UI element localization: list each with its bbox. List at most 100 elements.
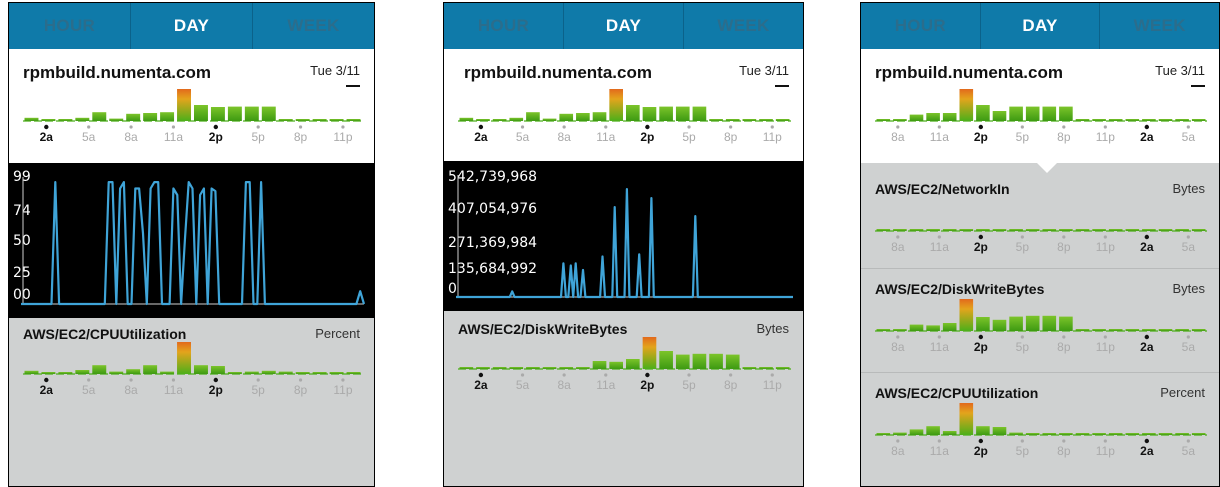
tab-week[interactable]: WEEK bbox=[253, 3, 374, 49]
instance-header[interactable]: rpmbuild.numenta.com Tue 3/11 2a 5a 8a 11a 2… bbox=[9, 49, 374, 163]
metric-list: AWS/EC2/NetworkIn Bytes 8a 11a 2p 5p 8p 11p 2a… bbox=[861, 163, 1219, 486]
bar bbox=[1125, 433, 1140, 435]
bar bbox=[278, 119, 293, 121]
bar bbox=[1175, 119, 1189, 121]
tab-hour[interactable]: HOUR bbox=[444, 3, 564, 49]
metric-panel[interactable]: AWS/EC2/CPUUtilization Percent 2a 5a 8a 11a… bbox=[9, 318, 374, 486]
bar bbox=[177, 89, 191, 121]
metric-bar-chart[interactable]: 2a 5a 8a 11a 2p 5p 8p 11p bbox=[9, 342, 375, 412]
tick-dot bbox=[937, 439, 941, 443]
tick-dot bbox=[478, 124, 484, 130]
date-label: Tue 3/11 bbox=[739, 63, 789, 78]
bar bbox=[1158, 433, 1173, 435]
phone-screen-1: HOUR DAY WEEK rpmbuild.numenta.com Tue 3… bbox=[8, 2, 375, 487]
bar bbox=[1158, 229, 1173, 231]
bar bbox=[1042, 229, 1057, 231]
bar bbox=[1009, 316, 1023, 331]
tick-label: 8p bbox=[724, 378, 738, 392]
instance-summary-chart[interactable]: 2a 5a 8a 11a 2p 5p 8p 11p bbox=[9, 89, 375, 159]
tab-hour[interactable]: HOUR bbox=[9, 3, 131, 49]
detail-line-chart-panel[interactable]: 542,739,968 407,054,976 271,369,984 135,… bbox=[444, 161, 803, 311]
tab-week[interactable]: WEEK bbox=[1100, 3, 1219, 49]
bar bbox=[1108, 119, 1123, 121]
bar bbox=[1042, 315, 1057, 331]
tab-day[interactable]: DAY bbox=[131, 3, 253, 49]
tick-dot bbox=[129, 125, 133, 129]
bar bbox=[261, 106, 276, 121]
bar bbox=[75, 370, 90, 374]
instance-summary-chart[interactable]: 2a 5a 8a 11a 2p 5p 8p 11p bbox=[444, 89, 804, 159]
bar bbox=[559, 367, 574, 369]
tab-hour[interactable]: HOUR bbox=[861, 3, 981, 49]
bar bbox=[177, 342, 191, 374]
tick-dot bbox=[978, 234, 984, 240]
metric-bar-chart[interactable]: 8a 11a 2p 5p 8p 11p 2a 5a bbox=[861, 199, 1220, 269]
metric-unit: Bytes bbox=[1172, 181, 1205, 196]
bar bbox=[976, 317, 990, 331]
tick-dot bbox=[729, 373, 733, 377]
metric-bar-chart[interactable]: 8a 11a 2p 5p 8p 11p 2a 5a bbox=[861, 299, 1220, 369]
bar bbox=[576, 113, 590, 121]
bar bbox=[126, 369, 141, 374]
phone-screen-3: HOUR DAY WEEK rpmbuild.numenta.com Tue 3… bbox=[860, 2, 1220, 487]
bar bbox=[626, 105, 640, 121]
bar bbox=[775, 119, 790, 121]
bar bbox=[509, 117, 524, 121]
bar bbox=[459, 117, 474, 121]
tab-day[interactable]: DAY bbox=[564, 3, 684, 49]
tick-dot bbox=[770, 373, 774, 377]
tick-dot bbox=[1062, 335, 1066, 339]
tick-label: 11p bbox=[333, 130, 352, 144]
instance-header[interactable]: rpmbuild.numenta.com Tue 3/11 2a 5a 8a 11a 2… bbox=[444, 49, 803, 163]
bar bbox=[592, 361, 607, 369]
tick-dot bbox=[1020, 335, 1024, 339]
bar bbox=[893, 432, 907, 435]
bar bbox=[1175, 229, 1189, 231]
bar bbox=[261, 370, 276, 374]
bar bbox=[92, 112, 107, 121]
phone-screen-2: HOUR DAY WEEK rpmbuild.numenta.com Tue 3… bbox=[443, 2, 804, 487]
tick-dot bbox=[129, 378, 133, 382]
tick-label: 8a bbox=[891, 240, 905, 254]
tick-label: 11a bbox=[596, 130, 615, 144]
tick-dot bbox=[1103, 335, 1107, 339]
metric-bar-chart[interactable]: 2a 5a 8a 11a 2p 5p 8p 11p bbox=[444, 337, 804, 407]
tick-dot bbox=[1020, 439, 1024, 443]
tick-label: 2a bbox=[40, 383, 54, 397]
tick-label: 5p bbox=[1016, 130, 1030, 144]
tick-dot bbox=[1020, 235, 1024, 239]
tick-dot bbox=[770, 125, 774, 129]
bar bbox=[459, 367, 474, 369]
date-label: Tue 3/11 bbox=[310, 63, 360, 78]
bar bbox=[976, 426, 990, 435]
tick-label: 5a bbox=[516, 130, 530, 144]
tick-label: 8a bbox=[557, 130, 571, 144]
instance-hostname: rpmbuild.numenta.com bbox=[464, 63, 652, 82]
tick-dot bbox=[1144, 234, 1150, 240]
tick-dot bbox=[256, 125, 260, 129]
tab-day[interactable]: DAY bbox=[981, 3, 1101, 49]
instance-summary-chart[interactable]: 8a 11a 2p 5p 8p 11p 2a 5a bbox=[861, 89, 1220, 159]
tick-dot bbox=[44, 377, 49, 383]
metric-bar-chart[interactable]: 8a 11a 2p 5p 8p 11p 2a 5a bbox=[861, 403, 1220, 473]
metric-row[interactable]: AWS/EC2/CPUUtilization Percent 8a 11a 2p 5p… bbox=[861, 373, 1220, 486]
metric-row[interactable]: AWS/EC2/DiskWriteBytes Bytes 8a 11a 2p 5p 8p… bbox=[861, 269, 1219, 371]
tick-dot bbox=[213, 124, 219, 130]
detail-line-chart-panel[interactable]: 99 74 50 25 00 bbox=[9, 163, 374, 318]
bar bbox=[1175, 433, 1189, 435]
bar bbox=[742, 119, 757, 121]
tick-label: 5p bbox=[682, 378, 696, 392]
bar bbox=[926, 325, 940, 331]
tick-label: 8a bbox=[891, 444, 905, 458]
bar bbox=[992, 229, 1007, 231]
tab-week[interactable]: WEEK bbox=[684, 3, 803, 49]
tick-dot bbox=[562, 125, 566, 129]
metric-panel[interactable]: AWS/EC2/DiskWriteBytes Bytes 2a 5a 8a 11a 2p… bbox=[444, 311, 803, 486]
metric-row[interactable]: AWS/EC2/NetworkIn Bytes 8a 11a 2p 5p 8p 11p 2a… bbox=[861, 163, 1219, 267]
bar bbox=[909, 324, 924, 331]
bar bbox=[1092, 229, 1106, 231]
instance-hostname: rpmbuild.numenta.com bbox=[875, 63, 1063, 82]
bar bbox=[492, 119, 507, 121]
instance-header[interactable]: rpmbuild.numenta.com Tue 3/11 8a 11a 2p 5p 8… bbox=[861, 49, 1219, 163]
bar bbox=[295, 372, 310, 374]
